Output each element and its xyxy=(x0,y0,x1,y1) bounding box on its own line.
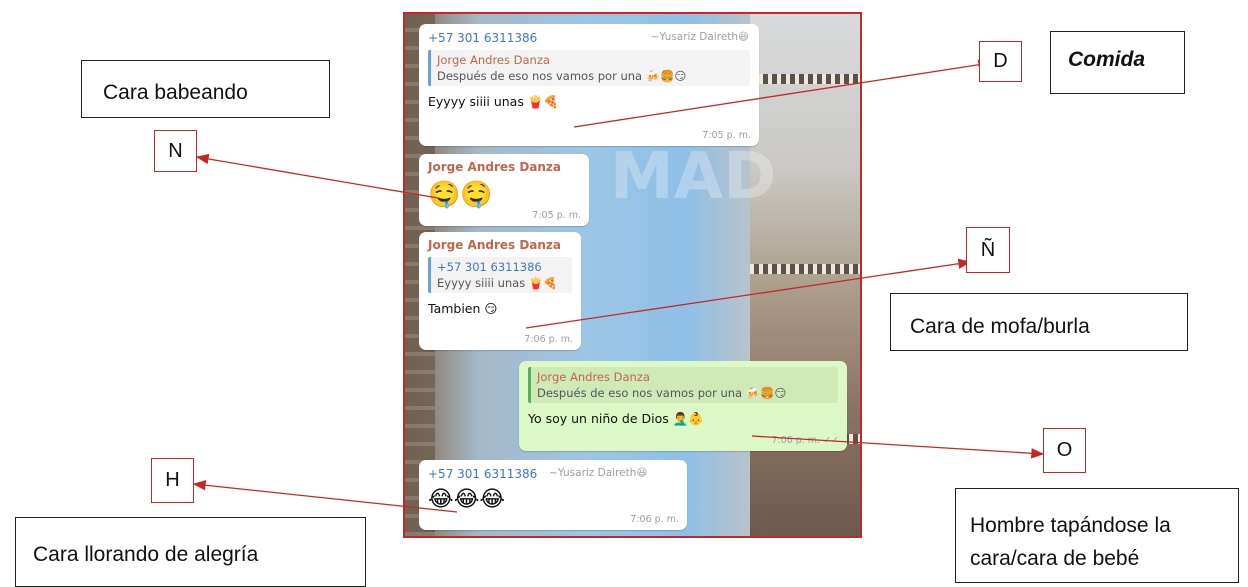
letter-o: O xyxy=(1043,428,1086,473)
label-cara-babeando: Cara babeando xyxy=(81,60,330,118)
arrow-d xyxy=(573,59,992,128)
label-cara-llorando: Cara llorando de alegría xyxy=(15,517,366,587)
label-text-line1: Hombre tapándose la xyxy=(970,514,1171,537)
arrow-h xyxy=(192,480,458,513)
letter-h: H xyxy=(151,458,194,503)
label-hombre-bebe: Hombre tapándose la cara/cara de bebé xyxy=(955,488,1239,583)
arrow-o xyxy=(751,435,1045,459)
letter-d: D xyxy=(979,41,1022,82)
label-comida: Comida xyxy=(1050,31,1185,94)
label-text: Comida xyxy=(1068,48,1146,71)
label-text: Cara babeando xyxy=(103,81,248,104)
letter-enye: Ñ xyxy=(966,227,1010,273)
label-text: Cara de mofa/burla xyxy=(910,315,1090,338)
label-text: Cara llorando de alegría xyxy=(33,543,259,566)
arrow-n xyxy=(195,153,439,199)
label-text-line2: cara/cara de bebé xyxy=(970,547,1140,570)
letter-n: N xyxy=(154,130,197,172)
label-cara-mofa: Cara de mofa/burla xyxy=(890,293,1188,351)
